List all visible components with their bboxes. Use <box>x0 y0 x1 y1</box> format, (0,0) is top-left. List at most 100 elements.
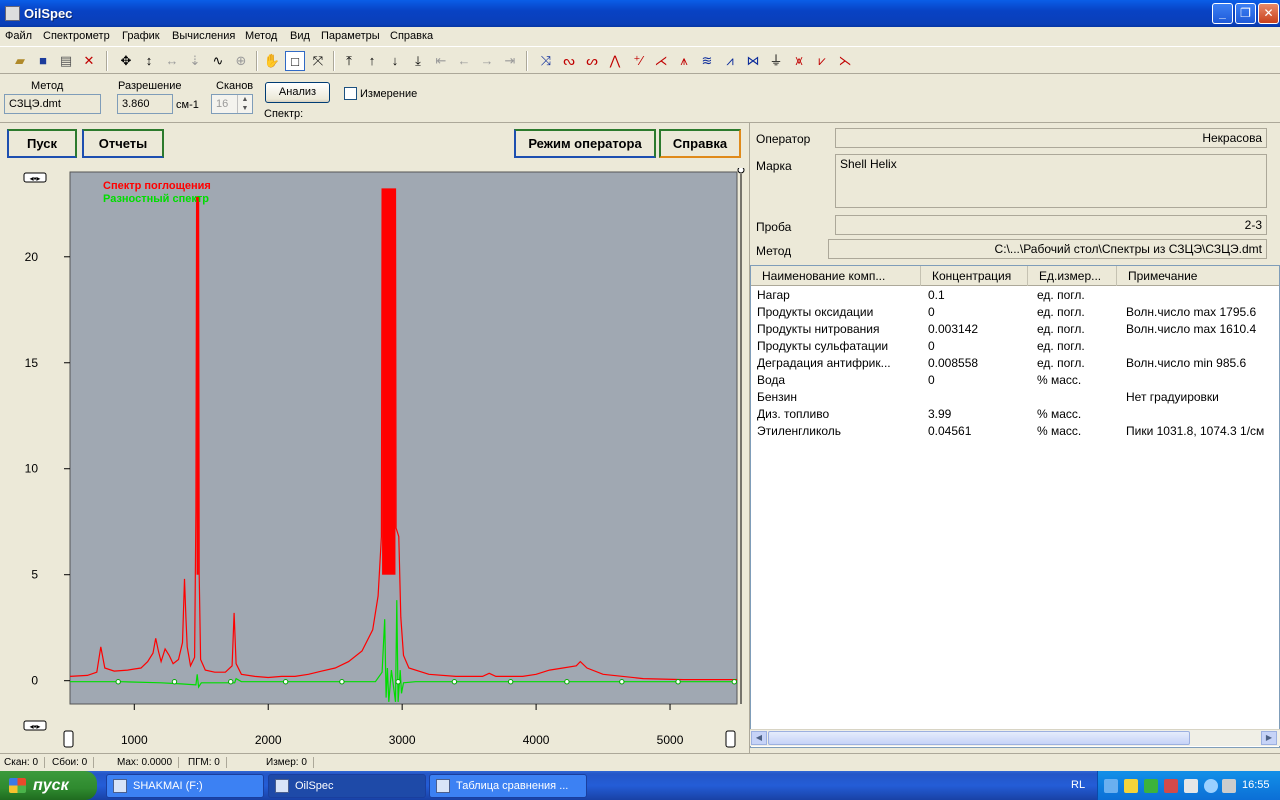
spectrum-tool-2-icon[interactable]: ᔓ <box>559 51 579 71</box>
spectrum-tool-7-icon[interactable]: ⩚ <box>674 51 694 71</box>
menu-graph[interactable]: График <box>122 30 160 42</box>
shield-icon[interactable] <box>1124 779 1138 793</box>
table-row[interactable]: Продукты оксидации 0 ед. погл. Волн.число m… <box>751 304 1279 321</box>
vertical-zoom-icon[interactable]: ↕ <box>139 51 159 71</box>
taskbar-item-drive[interactable]: SHAKMAI (F:) <box>106 774 264 798</box>
down-icon[interactable]: ↓ <box>385 51 405 71</box>
x-right-slider-handle[interactable] <box>725 730 736 748</box>
spectrum-tool-1-icon[interactable]: ⤨ <box>536 51 556 71</box>
column-header-unit[interactable]: Ед.измер... <box>1028 266 1117 286</box>
taskbar-item-oilspec[interactable]: OilSpec <box>268 774 426 798</box>
first-icon[interactable]: ⇤ <box>431 51 451 71</box>
resolution-field[interactable]: 3.860 <box>117 94 173 114</box>
operator-mode-button[interactable]: Режим оператора <box>514 129 656 158</box>
autoscale-icon[interactable]: ⤧ <box>308 51 328 71</box>
scroll-left-icon[interactable]: ◀ <box>751 731 767 745</box>
reports-button[interactable]: Отчеты <box>82 129 164 158</box>
select-rect-icon[interactable]: □ <box>285 51 305 71</box>
plot-area[interactable] <box>69 171 738 705</box>
table-row[interactable]: Продукты нитрования 0.003142 ед. погл. Волн… <box>751 321 1279 338</box>
table-row[interactable]: Деградация антифрик... 0.008558 ед. погл. В… <box>751 355 1279 372</box>
display-icon[interactable] <box>1184 779 1198 793</box>
spectrum-tool-6-icon[interactable]: ⋌ <box>651 51 671 71</box>
baseline-marker[interactable] <box>395 679 401 685</box>
menu-parameters[interactable]: Параметры <box>321 30 380 42</box>
restore-button[interactable]: ❐ <box>1235 3 1256 24</box>
volume-icon[interactable] <box>1222 779 1236 793</box>
x-left-slider-handle[interactable] <box>63 730 74 748</box>
baseline-marker[interactable] <box>451 679 458 685</box>
scroll-right-icon[interactable]: ▶ <box>1261 731 1277 745</box>
bottom-icon[interactable]: ⤓ <box>408 51 428 71</box>
y-top-slider-handle[interactable]: ◂▪▸ <box>23 172 47 183</box>
delete-icon[interactable]: ✕ <box>79 51 99 71</box>
spectrum-tool-8-icon[interactable]: ≋ <box>697 51 717 71</box>
analyze-button[interactable]: Анализ <box>265 82 330 103</box>
baseline-icon[interactable]: ⇣ <box>185 51 205 71</box>
network-icon[interactable] <box>1104 779 1118 793</box>
table-row[interactable]: Бензин Нет градуировки <box>751 389 1279 406</box>
measure-checkbox[interactable] <box>344 87 357 100</box>
table-row[interactable]: Диз. топливо 3.99 % масс. <box>751 406 1279 423</box>
horizontal-zoom-icon[interactable]: ↔ <box>162 51 182 71</box>
baseline-marker[interactable] <box>731 679 738 685</box>
spectrum-tool-9-icon[interactable]: ⩘ <box>720 51 740 71</box>
brand-field[interactable]: Shell Helix <box>835 154 1267 208</box>
start-button[interactable]: Пуск <box>7 129 77 158</box>
table-row[interactable]: Продукты сульфатации 0 ед. погл. <box>751 338 1279 355</box>
start-menu-button[interactable]: пуск <box>0 771 97 800</box>
baseline-marker[interactable] <box>564 679 570 685</box>
menu-spectrometer[interactable]: Спектрометр <box>43 30 110 42</box>
menu-calculations[interactable]: Вычисления <box>172 30 235 42</box>
column-header-concentration[interactable]: Концентрация <box>921 266 1028 286</box>
baseline-marker[interactable] <box>619 679 625 685</box>
spectrum-tool-3-icon[interactable]: ᔕ <box>582 51 602 71</box>
spectrum-tool-11-icon[interactable]: ⏚ <box>766 51 786 71</box>
scroll-thumb[interactable] <box>768 731 1190 745</box>
menu-method[interactable]: Метод <box>245 30 277 42</box>
table-row[interactable]: Нагар 0.1 ед. погл. <box>751 287 1279 304</box>
menu-file[interactable]: Файл <box>5 30 32 42</box>
spectrum-tool-14-icon[interactable]: ⋋ <box>835 51 855 71</box>
spectrum-tool-10-icon[interactable]: ⋈ <box>743 51 763 71</box>
close-button[interactable]: ✕ <box>1258 3 1279 24</box>
spectrum-tool-5-icon[interactable]: ⁺⁄ <box>628 51 648 71</box>
minimize-button[interactable]: _ <box>1212 3 1233 24</box>
baseline-marker[interactable] <box>115 679 121 685</box>
move-icon[interactable]: ✥ <box>116 51 136 71</box>
sample-field[interactable]: 2-3 <box>835 215 1267 235</box>
corner-resize-handle[interactable] <box>737 168 745 174</box>
table-row[interactable]: Этиленгликоль 0.04561 % масс. Пики 1031.8, … <box>751 423 1279 440</box>
top-icon[interactable]: ⤒ <box>339 51 359 71</box>
baseline-marker[interactable] <box>171 679 178 685</box>
right-icon[interactable]: → <box>477 51 497 71</box>
zoom-icon[interactable]: ⊕ <box>231 51 251 71</box>
connection-icon[interactable] <box>1164 779 1178 793</box>
language-indicator[interactable]: RL <box>1071 779 1085 791</box>
scans-spinner[interactable]: ▲ ▼ <box>237 95 252 113</box>
save-icon[interactable]: ■ <box>33 51 53 71</box>
column-header-note[interactable]: Примечание <box>1117 266 1279 286</box>
method-field[interactable]: СЗЦЭ.dmt <box>4 94 101 114</box>
spectrum-tool-4-icon[interactable]: ⋀ <box>605 51 625 71</box>
baseline-marker[interactable] <box>228 679 234 685</box>
left-icon[interactable]: ← <box>454 51 474 71</box>
menu-help[interactable]: Справка <box>390 30 433 42</box>
spectrum-tool-13-icon[interactable]: ⩗ <box>812 51 832 71</box>
help-button[interactable]: Справка <box>659 129 741 158</box>
baseline-marker[interactable] <box>507 679 514 685</box>
baseline-marker[interactable] <box>339 679 345 685</box>
spectrum-tool-12-icon[interactable]: ⩙ <box>789 51 809 71</box>
operator-field[interactable]: Некрасова <box>835 128 1267 148</box>
y-bottom-slider-handle[interactable]: ◂▪▸ <box>23 720 47 731</box>
table-row[interactable]: Вода 0 % масс. <box>751 372 1279 389</box>
horizontal-scrollbar[interactable]: ◀ ▶ <box>750 729 1280 746</box>
antivirus-icon[interactable] <box>1144 779 1158 793</box>
hand-icon[interactable]: ✋ <box>262 51 282 71</box>
baseline-marker[interactable] <box>282 679 289 685</box>
baseline-marker[interactable] <box>675 679 681 685</box>
print-icon[interactable]: ▤ <box>56 51 76 71</box>
last-icon[interactable]: ⇥ <box>500 51 520 71</box>
sync-icon[interactable] <box>1204 779 1218 793</box>
peak-icon[interactable]: ∿ <box>208 51 228 71</box>
